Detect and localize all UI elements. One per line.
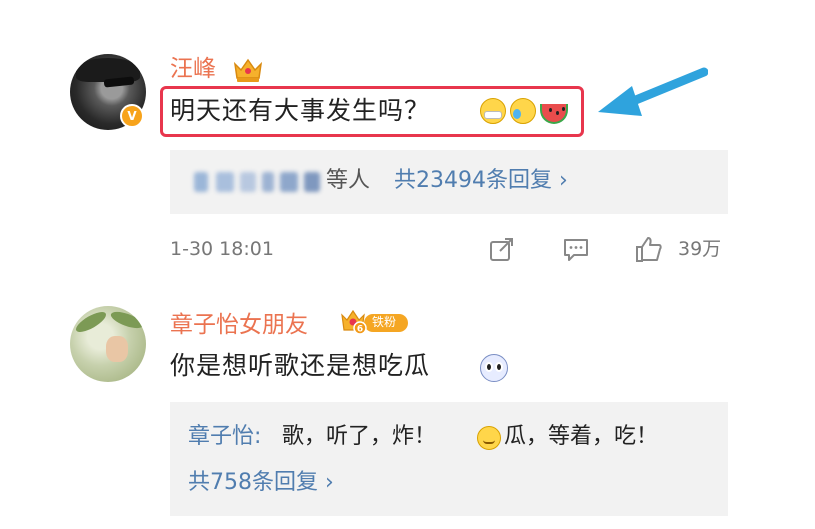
avatar[interactable] <box>70 306 146 382</box>
like-count: 39万 <box>678 238 722 260</box>
comment-icon[interactable] <box>561 234 591 264</box>
view-replies-link[interactable]: 共758条回复 › <box>188 468 334 498</box>
sub-reply-box[interactable] <box>170 402 728 516</box>
comment-author[interactable]: 章子怡女朋友 <box>170 310 308 340</box>
scared-face-emoji <box>480 354 508 382</box>
arrow-annotation <box>598 67 708 116</box>
like-icon[interactable] <box>634 234 664 264</box>
crown-icon <box>233 58 263 82</box>
verified-badge: V <box>120 104 144 128</box>
smirk-face-emoji <box>477 426 501 450</box>
fan-badge-label: 铁粉 <box>372 315 397 329</box>
reply-preview-suffix: 等人 <box>326 168 371 193</box>
comment-text: 你是想听歌还是想吃瓜 <box>170 351 431 380</box>
share-icon[interactable] <box>487 234 517 264</box>
sub-reply-text-continued: 瓜，等着，吃！ <box>504 424 659 449</box>
sub-reply-author[interactable]: 章子怡: <box>188 422 261 452</box>
laugh-cry-emoji <box>510 98 536 124</box>
comment-text: 明天还有大事发生吗？ <box>170 96 431 125</box>
blurred-usernames <box>194 170 322 194</box>
view-replies-link[interactable]: 共23494条回复 › <box>394 166 568 196</box>
mask-face-emoji <box>480 98 506 124</box>
svg-text:6: 6 <box>357 325 363 335</box>
sub-reply-text: 歌，听了，炸！ <box>282 424 437 449</box>
comment-timestamp: 1-30 18:01 <box>170 238 274 260</box>
comment-author[interactable]: 汪峰 <box>170 54 216 84</box>
